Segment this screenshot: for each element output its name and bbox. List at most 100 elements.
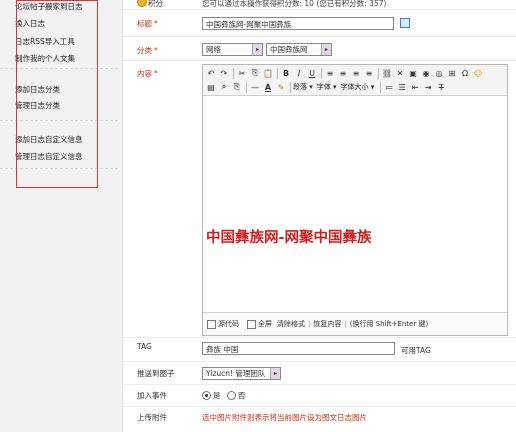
remove-format-icon[interactable]: T bbox=[435, 81, 447, 93]
unordered-list-icon[interactable]: ☰ bbox=[396, 81, 408, 93]
row-divider bbox=[123, 36, 516, 37]
content-label: 内容 * bbox=[137, 69, 158, 78]
align-left-icon[interactable]: ≡ bbox=[324, 67, 336, 79]
points-hint: 您可以通过本操作获得积分数: 10 (您已有积分数: 357) bbox=[202, 0, 387, 8]
sidebar-item-add-category[interactable]: 添加日志分类 bbox=[15, 84, 60, 95]
push-select[interactable]: Yizucn! 管理团队 ▸ bbox=[202, 367, 281, 380]
fullscreen-label: 全屏 bbox=[258, 320, 272, 328]
justify-icon[interactable]: ≡ bbox=[363, 67, 375, 79]
source-code-label: 源代码 bbox=[218, 320, 239, 328]
sidebar-item-manage-custom-info[interactable]: 管理日志自定义信息 bbox=[15, 151, 83, 162]
italic-icon[interactable]: I bbox=[293, 67, 305, 79]
flash-icon[interactable]: ◉ bbox=[420, 67, 432, 79]
outdent-icon[interactable]: ⇤ bbox=[409, 81, 421, 93]
paragraph-dropdown[interactable]: 段落 ▾ bbox=[293, 82, 313, 92]
font-size-dropdown[interactable]: 字体大小 ▾ bbox=[341, 82, 375, 92]
table-icon[interactable]: ⊞ bbox=[446, 67, 458, 79]
chevron-down-icon: ▸ bbox=[252, 44, 262, 55]
cut-icon[interactable]: ✂ bbox=[236, 67, 248, 79]
footer-separator: | bbox=[344, 320, 347, 328]
event-yes-radio[interactable] bbox=[202, 391, 211, 400]
toolbar-separator bbox=[378, 67, 379, 79]
sidebar-group-3: 添加日志自定义信息 管理日志自定义信息 bbox=[0, 124, 118, 169]
row-divider bbox=[123, 9, 516, 10]
event-no-label: 否 bbox=[238, 391, 246, 400]
undo-icon[interactable]: ↶ bbox=[205, 67, 217, 79]
preview-icon[interactable]: ▤ bbox=[205, 81, 217, 93]
coin-icon bbox=[137, 0, 147, 7]
row-divider bbox=[123, 361, 516, 362]
insert-icon[interactable] bbox=[400, 18, 410, 28]
indent-icon[interactable]: ⇥ bbox=[422, 81, 434, 93]
unlink-icon[interactable]: ✕ bbox=[394, 67, 406, 79]
font-color-icon[interactable]: A bbox=[262, 81, 274, 93]
highlight-icon[interactable]: ✎ bbox=[275, 81, 287, 93]
sidebar-group-1: 论坛帖子搬家到日志 换入日志 日志RSS导入工具 制作我的个人文集 bbox=[0, 0, 118, 69]
upload-label: 上传附件 bbox=[137, 413, 167, 422]
toolbar-separator bbox=[321, 67, 322, 79]
sidebar-group-2: 添加日志分类 管理日志分类 bbox=[0, 76, 118, 121]
sidebar: 论坛帖子搬家到日志 换入日志 日志RSS导入工具 制作我的个人文集 添加日志分类… bbox=[0, 0, 123, 432]
rich-text-editor: ↶ ↷ ✂ ⎘ 📋 B I U ≡ ≡ ≡ ≡ ⛓ ✕ ▣ ◉ ◎ ⊞ Ω ☺ ▤ ⌕ ⎘ — A ✎ 段落 ▾ 字体… bbox=[202, 64, 508, 336]
editor-content-area[interactable]: 中国彝族网-网聚中国彝族 bbox=[203, 96, 507, 310]
row-divider bbox=[123, 60, 516, 61]
main-panel: 积分 您可以通过本操作获得积分数: 10 (您已有积分数: 357) 标题 * 中… bbox=[123, 0, 516, 432]
paste-icon[interactable]: 📋 bbox=[262, 67, 274, 79]
toolbar-separator bbox=[380, 81, 382, 93]
font-dropdown[interactable]: 字体 ▾ bbox=[317, 82, 337, 92]
bold-icon[interactable]: B bbox=[280, 67, 292, 79]
toolbar-separator bbox=[290, 81, 291, 93]
event-no-radio[interactable] bbox=[227, 391, 236, 400]
chevron-down-icon: ▸ bbox=[270, 368, 280, 379]
ordered-list-icon[interactable]: ≔ bbox=[383, 81, 395, 93]
source-code-checkbox[interactable] bbox=[207, 319, 216, 329]
event-yes-label: 是 bbox=[213, 391, 221, 400]
sidebar-item-import[interactable]: 换入日志 bbox=[15, 18, 45, 29]
special-icon[interactable]: Ω bbox=[459, 67, 471, 79]
align-center-icon[interactable]: ≡ bbox=[337, 67, 349, 79]
media-icon[interactable]: ◎ bbox=[433, 67, 445, 79]
linebreak-hint: (换行用 Shift+Enter 键) bbox=[349, 320, 429, 328]
link-icon[interactable]: ⛓ bbox=[381, 67, 393, 79]
smiley-icon[interactable]: ☺ bbox=[472, 67, 484, 79]
row-divider bbox=[123, 337, 516, 338]
align-right-icon[interactable]: ≡ bbox=[350, 67, 362, 79]
copy-icon[interactable]: ⎘ bbox=[249, 67, 261, 79]
replace-icon[interactable]: ⎘ bbox=[231, 81, 243, 93]
footer-separator: | bbox=[308, 320, 311, 328]
find-icon[interactable]: ⌕ bbox=[218, 81, 230, 93]
points-label: 积分 bbox=[148, 0, 163, 8]
tag-input[interactable]: 彝族 中国 bbox=[202, 342, 395, 355]
restore-content-link[interactable]: 恢复内容 bbox=[313, 319, 341, 329]
redo-icon[interactable]: ↷ bbox=[218, 67, 230, 79]
title-label: 标题 * bbox=[137, 19, 158, 28]
row-divider bbox=[123, 384, 516, 385]
tag-label: TAG bbox=[137, 342, 152, 351]
event-label: 加入事件 bbox=[137, 391, 167, 400]
upload-hint: 选中图片附件则表示将当前图片设为图文日志图片 bbox=[202, 413, 367, 422]
category-select-2[interactable]: 中国彝族网 ▸ bbox=[266, 43, 332, 56]
toolbar-separator bbox=[246, 81, 247, 93]
underline-icon[interactable]: U bbox=[306, 67, 318, 79]
editor-footer: 源代码 全屏 清除格式 | 恢复内容 | (换行用 Shift+Enter 键) bbox=[203, 312, 507, 335]
image-icon[interactable]: ▣ bbox=[407, 67, 419, 79]
sidebar-item-personal-collection[interactable]: 制作我的个人文集 bbox=[15, 53, 75, 64]
toolbar-separator bbox=[277, 67, 278, 79]
fullscreen-checkbox[interactable] bbox=[247, 319, 256, 329]
editor-content-text: 中国彝族网-网聚中国彝族 bbox=[206, 229, 372, 246]
sidebar-item-manage-category[interactable]: 管理日志分类 bbox=[15, 100, 60, 111]
sidebar-item-add-custom-info[interactable]: 添加日志自定义信息 bbox=[15, 134, 83, 145]
push-label: 推送到圈子 bbox=[137, 369, 175, 378]
toolbar-row-1: ↶ ↷ ✂ ⎘ 📋 B I U ≡ ≡ ≡ ≡ ⛓ ✕ ▣ ◉ ◎ ⊞ Ω ☺ bbox=[205, 66, 485, 80]
toolbar-separator bbox=[233, 67, 234, 79]
sidebar-item-rss-import[interactable]: 日志RSS导入工具 bbox=[15, 36, 75, 47]
clear-format-link[interactable]: 清除格式 bbox=[277, 319, 305, 329]
category-select-1[interactable]: 网络 ▸ bbox=[202, 43, 263, 56]
hr-icon[interactable]: — bbox=[249, 81, 261, 93]
available-tag-link[interactable]: 可用TAG bbox=[401, 345, 431, 356]
editor-toolbar: ↶ ↷ ✂ ⎘ 📋 B I U ≡ ≡ ≡ ≡ ⛓ ✕ ▣ ◉ ◎ ⊞ Ω ☺ ▤ ⌕ ⎘ — A ✎ 段落 ▾ 字体… bbox=[203, 65, 507, 96]
title-input[interactable]: 中国彝族网-网聚中国彝族 bbox=[202, 17, 394, 30]
row-divider bbox=[123, 406, 516, 407]
sidebar-item-bbs-move[interactable]: 论坛帖子搬家到日志 bbox=[15, 1, 83, 12]
toolbar-row-2: ▤ ⌕ ⎘ — A ✎ 段落 ▾ 字体 ▾ 字体大小 ▾ ≔ ☰ ⇤ ⇥ T bbox=[205, 80, 448, 94]
